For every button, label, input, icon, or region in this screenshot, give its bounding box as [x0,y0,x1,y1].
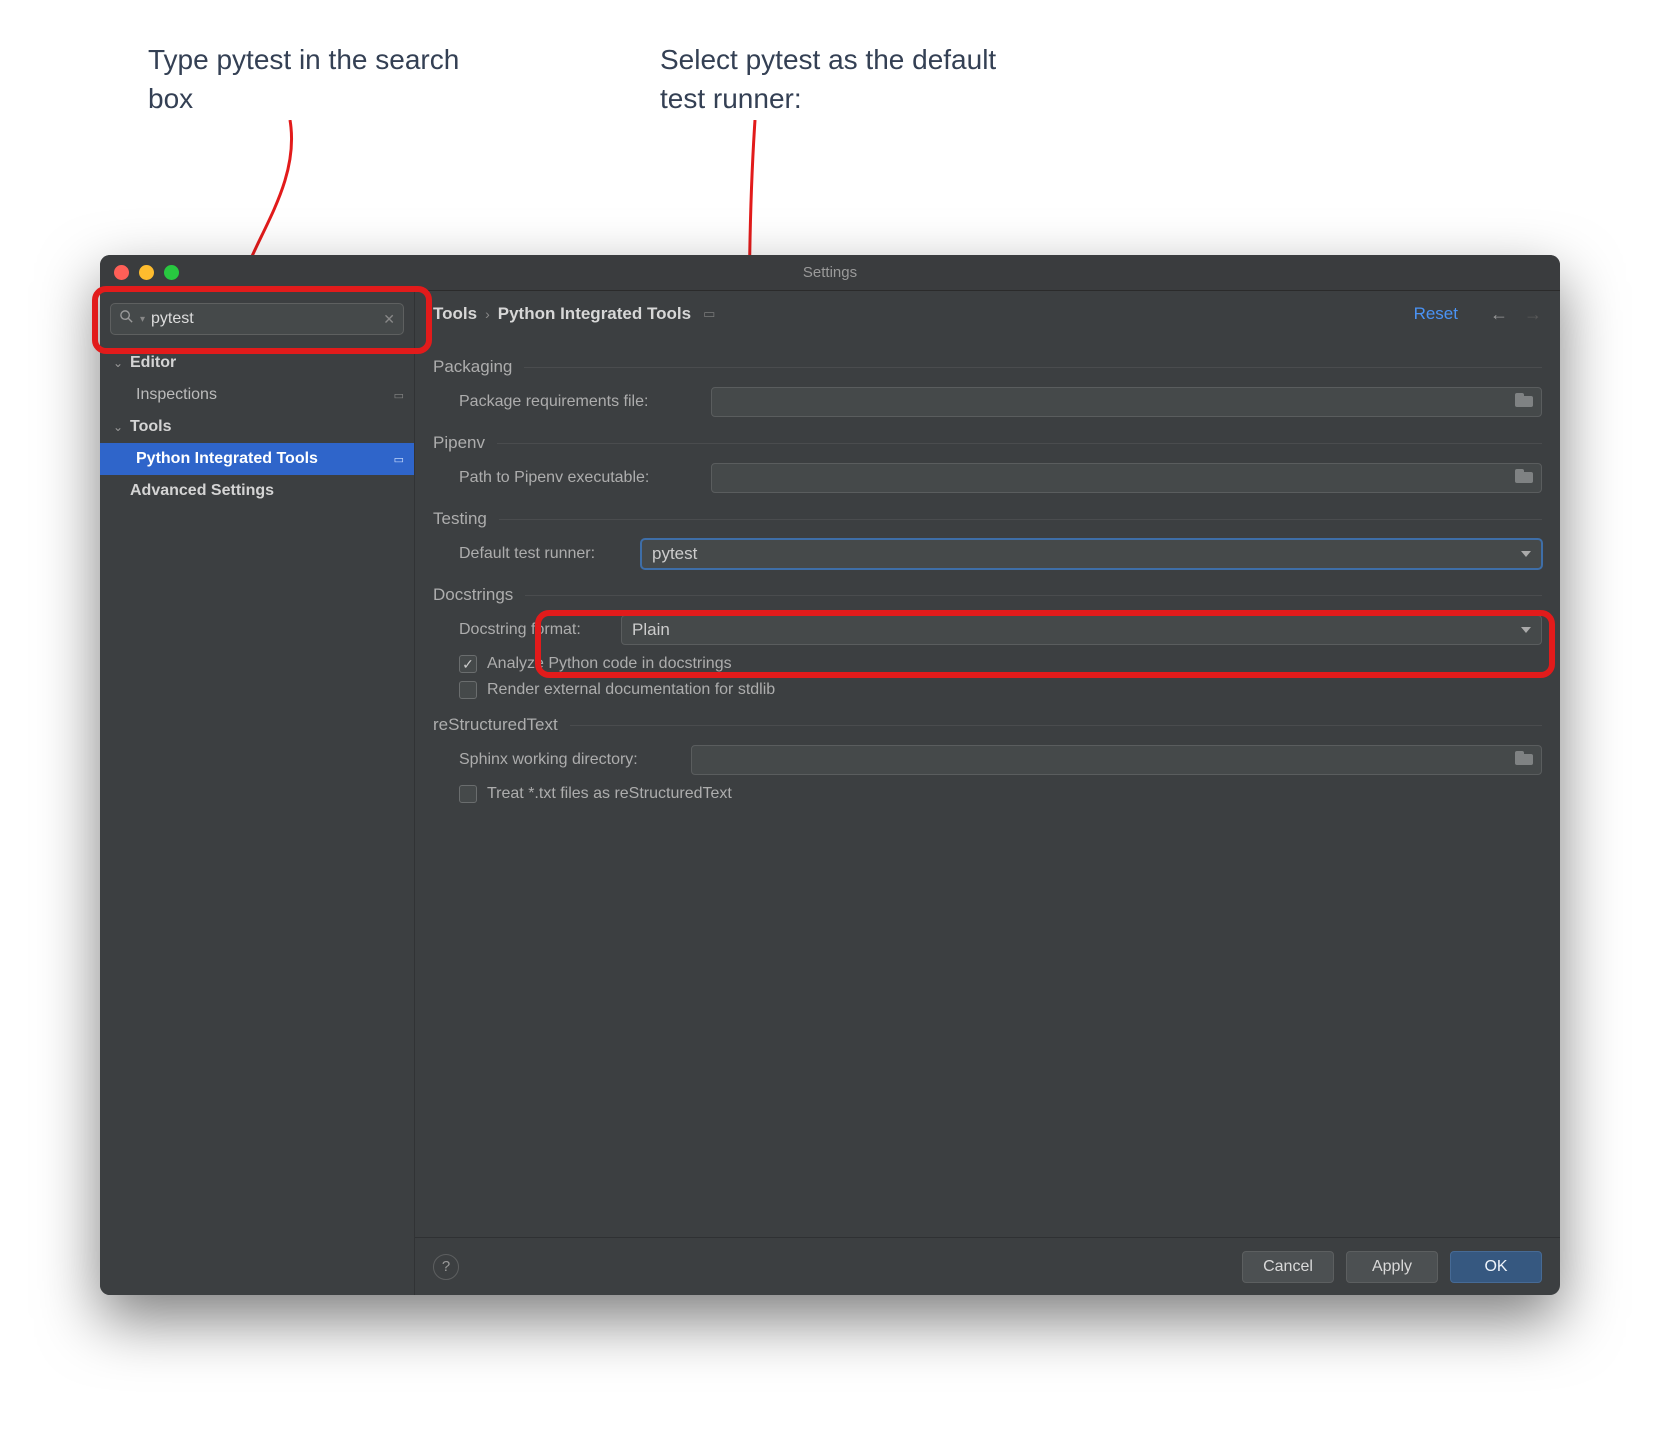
sphinx-dir-field[interactable] [691,745,1542,775]
pipenv-path-field[interactable] [711,463,1542,493]
sidebar-item-label: Advanced Settings [130,482,404,500]
search-box[interactable]: ▾ ✕ [110,303,404,335]
browse-folder-icon[interactable] [1515,392,1533,412]
back-icon[interactable]: ← [1490,304,1508,325]
divider [499,519,1542,520]
pipenv-path-label: Path to Pipenv executable: [459,469,699,487]
minimize-window-icon[interactable] [139,265,154,280]
treat-txt-label: Treat *.txt files as reStructuredText [487,785,732,803]
sidebar-item-label: Inspections [136,386,394,404]
sidebar-item-label: Tools [130,418,404,436]
project-settings-icon: ▭ [394,389,404,402]
section-pipenv: Pipenv [433,433,485,453]
divider [570,725,1542,726]
divider [497,443,1542,444]
apply-button[interactable]: Apply [1346,1251,1438,1283]
chevron-down-icon: ⌄ [110,420,126,434]
close-window-icon[interactable] [114,265,129,280]
package-requirements-label: Package requirements file: [459,393,699,411]
sidebar-item-tools[interactable]: ⌄ Tools [100,411,414,443]
docstring-format-select[interactable]: Plain [621,615,1542,645]
breadcrumb-root[interactable]: Tools [433,304,477,324]
forward-icon: → [1524,304,1542,325]
sidebar-item-editor[interactable]: ⌄ Editor [100,347,414,379]
sidebar-item-label: Python Integrated Tools [136,450,394,468]
sphinx-dir-label: Sphinx working directory: [459,751,679,769]
browse-folder-icon[interactable] [1515,468,1533,488]
section-testing: Testing [433,509,487,529]
sidebar-item-python-integrated-tools[interactable]: Python Integrated Tools ▭ [100,443,414,475]
project-settings-icon: ▭ [394,453,404,466]
browse-folder-icon[interactable] [1515,750,1533,770]
sidebar-item-label: Editor [130,354,404,372]
window-controls [114,265,179,280]
search-input[interactable] [151,310,377,328]
annotation-runner: Select pytest as the default test runner… [660,40,1000,118]
chevron-down-icon: ⌄ [110,356,126,370]
sidebar-item-advanced-settings[interactable]: Advanced Settings [100,475,414,507]
zoom-window-icon[interactable] [164,265,179,280]
search-icon [119,309,134,329]
default-test-runner-select[interactable]: pytest [641,539,1542,569]
divider [525,595,1542,596]
breadcrumb-bar: Tools › Python Integrated Tools ▭ Reset … [415,291,1560,337]
cancel-button[interactable]: Cancel [1242,1251,1334,1283]
select-value: pytest [652,544,697,564]
section-docstrings: Docstrings [433,585,513,605]
analyze-docstrings-checkbox[interactable] [459,655,477,673]
docstring-format-label: Docstring format: [459,621,609,639]
footer: ? Cancel Apply OK [415,1237,1560,1295]
reset-button[interactable]: Reset [1414,304,1458,324]
settings-tree: ⌄ Editor Inspections ▭ ⌄ Tools Python In… [100,343,414,1295]
ok-button[interactable]: OK [1450,1251,1542,1283]
render-stdlib-checkbox[interactable] [459,681,477,699]
main-panel: Tools › Python Integrated Tools ▭ Reset … [415,291,1560,1295]
window-title: Settings [803,264,857,281]
select-value: Plain [632,620,670,640]
project-settings-icon: ▭ [703,306,715,322]
titlebar: Settings [100,255,1560,291]
settings-window: Settings ▾ ✕ ⌄ Editor Insp [100,255,1560,1295]
default-test-runner-label: Default test runner: [459,545,629,563]
sidebar-item-inspections[interactable]: Inspections ▭ [100,379,414,411]
breadcrumb-separator-icon: › [485,306,490,322]
filter-icon: ▾ [140,314,145,325]
breadcrumb-leaf: Python Integrated Tools [498,304,691,324]
divider [524,367,1542,368]
package-requirements-field[interactable] [711,387,1542,417]
treat-txt-checkbox[interactable] [459,785,477,803]
help-icon[interactable]: ? [433,1254,459,1280]
render-stdlib-label: Render external documentation for stdlib [487,681,775,699]
section-rst: reStructuredText [433,715,558,735]
analyze-docstrings-label: Analyze Python code in docstrings [487,655,732,673]
clear-search-icon[interactable]: ✕ [383,311,395,328]
section-packaging: Packaging [433,357,512,377]
annotation-search: Type pytest in the search box [148,40,488,118]
sidebar: ▾ ✕ ⌄ Editor Inspections ▭ ⌄ Tools [100,291,415,1295]
